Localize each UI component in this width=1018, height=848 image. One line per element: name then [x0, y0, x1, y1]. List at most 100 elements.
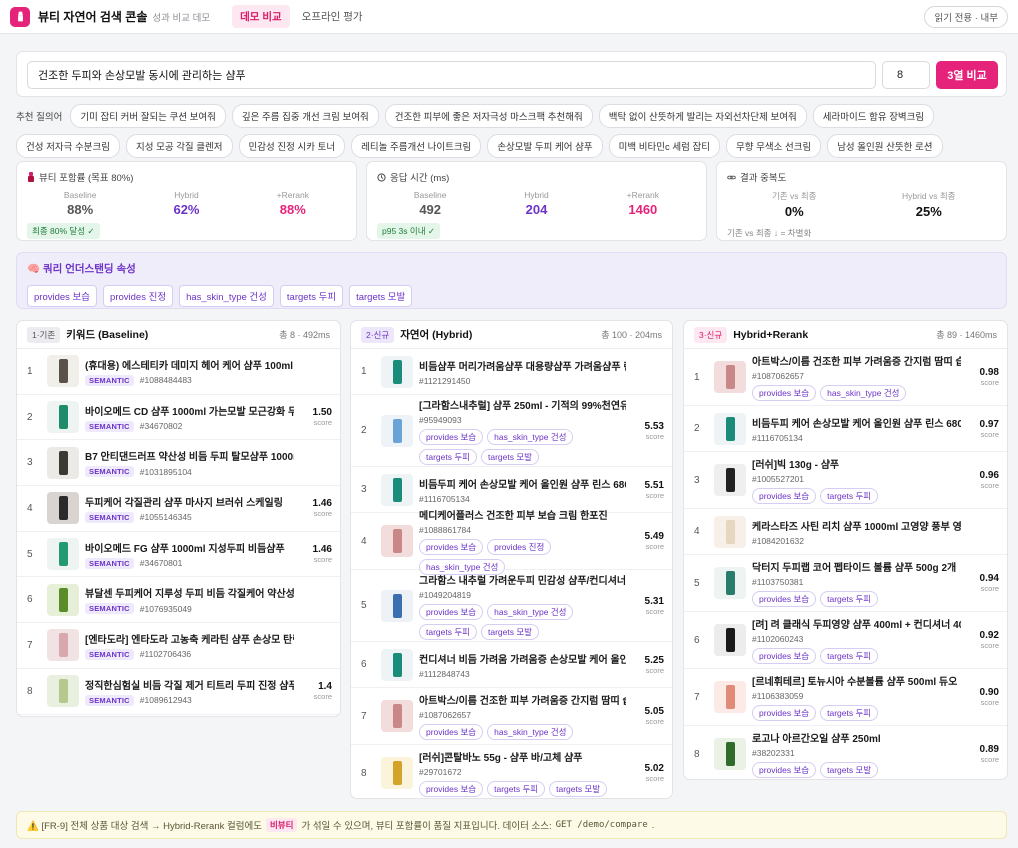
- product-name[interactable]: 정직한심험실 비듬 각질 제거 티트리 두피 진정 샴푸 470ml*2개: [85, 677, 294, 692]
- product-name[interactable]: [려] 려 클래식 두피영양 샴푸 400ml + 컨디셔너 400ml: [752, 616, 961, 631]
- suggestion-chip[interactable]: 세라마이드 함유 장벽크림: [812, 104, 935, 128]
- suggestion-chip[interactable]: 깊은 주름 집중 개선 크림 보여줘: [231, 104, 379, 128]
- footer-notice: ⚠️ [FR-9] 전체 상품 대상 검색 → Hybrid-Rerank 컬럼…: [16, 811, 1007, 839]
- product-name[interactable]: 아트박스/이름 건조한 피부 가려움증 간지럼 땀띠 습진 연고 크림: [419, 692, 626, 707]
- product-name[interactable]: 비듬샴푸 머리가려움샴푸 대용량샴푸 가려움샴푸 린스 비듬 손상모: [419, 358, 626, 373]
- product-meta: #1103750381: [752, 577, 961, 587]
- product-name[interactable]: 케라스타즈 사틴 리치 샴푸 1000ml 고영양 풍부 영양 케어 매우 건조…: [752, 518, 961, 533]
- result-row[interactable]: 6 컨디셔너 비듬 가려움 가려움증 손상모발 케어 올인원 샴푸 린스 680m…: [351, 642, 672, 688]
- result-row[interactable]: 3 [러쉬]빅 130g - 샴푸 #1005527201 provides 보습 ta…: [684, 452, 1007, 509]
- product-name[interactable]: 바이오메드 CD 샴푸 1000ml 가는모발 모근강화 두피케어 샴푸: [85, 403, 294, 418]
- result-row[interactable]: 7 아트박스/이름 건조한 피부 가려움증 간지럼 땀띠 습진 연고 크림 #108…: [351, 688, 672, 745]
- suggestion-chip[interactable]: 손상모발 두피 케어 샴푸: [487, 134, 603, 158]
- non-beauty-badge: 비뷰티: [265, 818, 298, 832]
- result-row[interactable]: 1 (휴대용) 에스테티카 데미지 헤어 케어 샴푸 100ml 손상모 향기좋은…: [17, 349, 340, 395]
- result-row[interactable]: 3 B7 안티댄드러프 약산성 비듬 두피 탈모샴푸 1000ml 2개+탈모샴푸…: [17, 440, 340, 487]
- suggestion-chip[interactable]: 기미 잡티 커버 잘되는 쿠션 보여줘: [70, 104, 226, 128]
- score-label: score: [645, 774, 664, 783]
- product-name[interactable]: 아트박스/이름 건조한 피부 가려움증 간지럼 땀띠 습진 연고 크림: [752, 353, 961, 368]
- attribute-tag: has_skin_type 건성: [487, 603, 574, 620]
- product-meta: #1112848743: [419, 669, 626, 679]
- result-rank: 4: [694, 526, 700, 537]
- product-name[interactable]: [르네휘테르] 토뉴시아 수분볼륨 샴푸 500ml 듀오: [752, 673, 961, 688]
- suggestion-chip[interactable]: 백탁 없이 산뜻하게 발리는 자외선차단제 보여줘: [598, 104, 807, 128]
- suggestion-chip[interactable]: 레티놀 주름개선 나이트크림: [351, 134, 482, 158]
- result-row[interactable]: 7 [르네휘테르] 토뉴시아 수분볼륨 샴푸 500ml 듀오 #110638305…: [684, 669, 1007, 726]
- score-value: 0.92: [979, 630, 999, 641]
- app-subtitle: 성과 비교 데모: [152, 12, 211, 24]
- product-name[interactable]: 메디케어플러스 건조한 피부 보습 크림 한포진: [419, 507, 626, 522]
- suggestion-chip[interactable]: 건조한 피부에 좋은 저자극성 마스크팩 추천해줘: [384, 104, 593, 128]
- product-name[interactable]: 비듬두피 케어 손상모발 케어 올인원 샴푸 린스 680ml: [752, 415, 961, 430]
- result-row[interactable]: 5 바이오메드 FG 샴푸 1000ml 지성두피 비듬샴푸 SEMANTIC #34…: [17, 532, 340, 578]
- suggestion-chip[interactable]: 민감성 진정 시카 토너: [238, 134, 346, 158]
- app-logo-icon: [10, 6, 30, 27]
- column-badge: 3·신규: [694, 326, 728, 343]
- result-row[interactable]: 1 아트박스/이름 건조한 피부 가려움증 간지럼 땀띠 습진 연고 크림 #108…: [684, 349, 1007, 406]
- product-meta: SEMANTIC #34670801: [85, 557, 294, 569]
- attribute-tag: provides 보습: [752, 488, 817, 504]
- product-id: #1049204819: [419, 589, 472, 600]
- result-score: 0.94 score: [961, 573, 999, 593]
- suggestion-chip[interactable]: 남성 올인원 산뜻한 로션: [827, 134, 943, 158]
- product-name[interactable]: 그라함스 내추럴 가려운두피 민감성 샴푸/컨디셔너 250mL 택1: [419, 572, 626, 587]
- result-row[interactable]: 4 두피케어 각질관리 샴푸 마사지 브러쉬 스케일링 SEMANTIC #10551…: [17, 486, 340, 532]
- result-score: 1.4 score: [294, 681, 332, 701]
- suggestion-chip[interactable]: 건성 저자극 수분크림: [16, 134, 120, 158]
- product-name[interactable]: [러쉬]빅 130g - 샴푸: [752, 456, 961, 471]
- result-row[interactable]: 1 비듬샴푸 머리가려움샴푸 대용량샴푸 가려움샴푸 린스 비듬 손상모 #1121…: [351, 349, 672, 395]
- lipstick-icon: [27, 172, 35, 182]
- score-label: score: [980, 429, 999, 439]
- clock-icon: [377, 172, 386, 182]
- product-id: #38202331: [752, 748, 795, 758]
- result-row[interactable]: 2 비듬두피 케어 손상모발 케어 올인원 샴푸 린스 680ml #1116705…: [684, 406, 1007, 452]
- product-meta: #1116705134: [419, 494, 626, 504]
- result-row[interactable]: 8 정직한심험실 비듬 각질 제거 티트리 두피 진정 샴푸 470ml*2개 SE…: [17, 669, 340, 715]
- topk-input[interactable]: 8: [882, 61, 930, 89]
- product-thumbnail: [714, 412, 746, 445]
- search-input[interactable]: 건조한 두피와 손상모발 동시에 관리하는 샴푸: [27, 61, 876, 89]
- metric-label: Hybrid vs 최종: [902, 191, 956, 201]
- result-row[interactable]: 2 바이오메드 CD 샴푸 1000ml 가는모발 모근강화 두피케어 샴푸 SEM…: [17, 395, 340, 441]
- product-info: 닥터지 두피랩 코어 펩타이드 볼륨 샴푸 500g 2개 #1103750381…: [752, 559, 961, 607]
- product-name[interactable]: 닥터지 두피랩 코어 펩타이드 볼륨 샴푸 500g 2개: [752, 559, 961, 574]
- product-name[interactable]: (휴대용) 에스테티카 데미지 헤어 케어 샴푸 100ml 손상모 향기좋은 …: [85, 357, 294, 372]
- product-bottle-icon: [58, 633, 68, 658]
- product-id: #1102060243: [752, 634, 804, 644]
- compare-button[interactable]: 3열 비교: [936, 61, 998, 89]
- product-name[interactable]: B7 안티댄드러프 약산성 비듬 두피 탈모샴푸 1000ml 2개+탈모샴푸: [85, 448, 294, 463]
- product-name[interactable]: 비듬두피 케어 손상모발 케어 올인원 샴푸 린스 680ml: [419, 476, 626, 491]
- result-row[interactable]: 8 로고나 아르간오일 샴푸 250ml #38202331 provides 보습 t…: [684, 726, 1007, 779]
- result-score: 5.31 score: [626, 596, 664, 616]
- result-rank: 1: [27, 365, 33, 377]
- product-name[interactable]: 바이오메드 FG 샴푸 1000ml 지성두피 비듬샴푸: [85, 540, 294, 555]
- product-name[interactable]: [러쉬]콘탈바노 55g - 샴푸 바/고체 샴푸: [419, 749, 626, 764]
- product-name[interactable]: 컨디셔너 비듬 가려움 가려움증 손상모발 케어 올인원 샴푸 린스 680ml: [419, 651, 626, 666]
- attribute-tags: provides 보습 targets 두피: [752, 488, 961, 504]
- product-thumbnail: [381, 589, 413, 622]
- footer-prefix: ⚠️ [FR-9] 전체 상품 대상 검색 → Hybrid-Rerank 컬럼…: [27, 821, 262, 832]
- result-row[interactable]: 6 [려] 려 클래식 두피영양 샴푸 400ml + 컨디셔너 400ml #11…: [684, 612, 1007, 669]
- tab-offline-eval[interactable]: 오프라인 평가: [294, 5, 371, 28]
- product-name[interactable]: 두피케어 각질관리 샴푸 마사지 브러쉬 스케일링: [85, 494, 294, 509]
- result-row[interactable]: 2 [그라함스내추럴] 샴푸 250ml - 기적의 99%천연유래성분 #9594…: [351, 395, 672, 467]
- product-name[interactable]: [그라함스내추럴] 샴푸 250ml - 기적의 99%천연유래성분: [419, 397, 626, 412]
- product-id: #1112848743: [419, 668, 470, 679]
- product-meta: #1049204819: [419, 590, 626, 600]
- result-row[interactable]: 4 메디케어플러스 건조한 피부 보습 크림 한포진 #1088861784 prov…: [351, 511, 672, 575]
- suggestion-chip[interactable]: 미백 비타민c 세럼 잡티: [608, 134, 720, 158]
- result-row[interactable]: 4 케라스타즈 사틴 리치 샴푸 1000ml 고영양 풍부 영양 케어 매우 건…: [684, 509, 1007, 555]
- suggestion-chip[interactable]: 지성 모공 각질 클렌저: [125, 134, 233, 158]
- tab-demo-compare[interactable]: 데모 비교: [232, 5, 290, 28]
- product-name[interactable]: [엔타도라] 엔타도라 고농축 케라틴 샴푸 손상모 탄력 케어 샴푸 750m…: [85, 631, 294, 646]
- attribute-tags: provides 보습 targets 모발: [752, 762, 961, 778]
- result-row[interactable]: 6 뷰달센 두피케어 지루성 두피 비듬 각질케어 약산성 샴푸 500MLX1개…: [17, 577, 340, 624]
- product-name[interactable]: 뷰달센 두피케어 지루성 두피 비듬 각질케어 약산성 샴푸 500MLX1개: [85, 585, 294, 600]
- result-row[interactable]: 7 [엔타도라] 엔타도라 고농축 케라틴 샴푸 손상모 탄력 케어 샴푸 750…: [17, 623, 340, 669]
- product-name[interactable]: 로고나 아르간오일 샴푸 250ml: [752, 730, 961, 745]
- result-row[interactable]: 5 그라함스 내추럴 가려운두피 민감성 샴푸/컨디셔너 250mL 택1 #104…: [351, 570, 672, 642]
- result-row[interactable]: 8 [러쉬]콘탈바노 55g - 샴푸 바/고체 샴푸 #29701672 provi…: [351, 745, 672, 798]
- score-label: score: [980, 755, 999, 764]
- suggestion-chip[interactable]: 무향 무색소 선크림: [725, 134, 822, 158]
- result-row[interactable]: 5 닥터지 두피랩 코어 펩타이드 볼륨 샴푸 500g 2개 #110375038…: [684, 555, 1007, 612]
